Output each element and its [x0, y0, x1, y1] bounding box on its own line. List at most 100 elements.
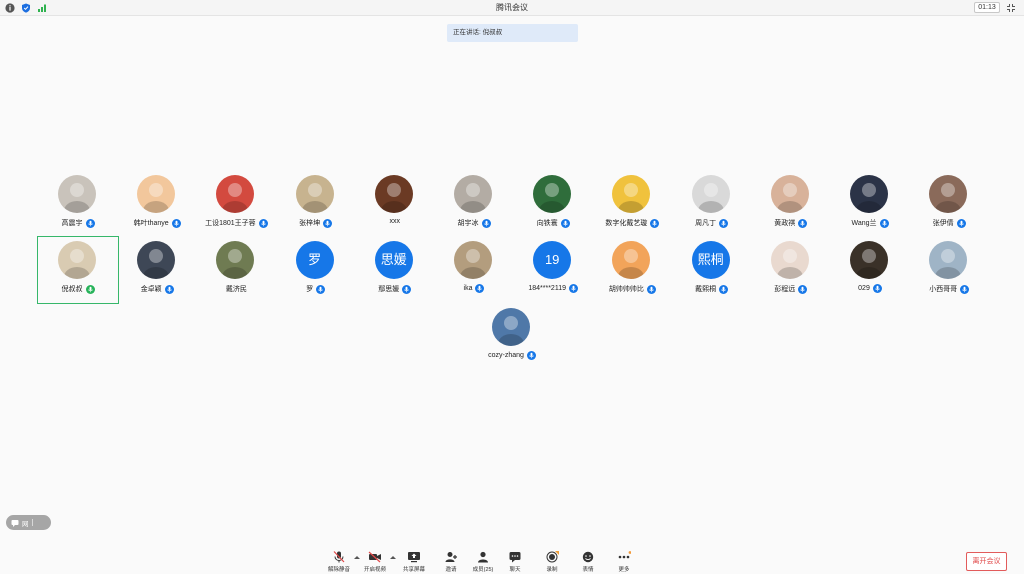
avatar	[58, 175, 96, 213]
participant-tile[interactable]: 金卓颖	[117, 237, 197, 303]
participant-name: 胡帅帅帅比	[608, 286, 644, 293]
participant-tile[interactable]: xxx	[355, 171, 435, 237]
share-label: 共享屏幕	[402, 567, 425, 573]
chat-pill-label: 网	[22, 520, 29, 528]
avatar	[454, 241, 492, 279]
participant-tile[interactable]: 19 184****2119	[513, 237, 593, 303]
mic-status-icon	[316, 284, 326, 294]
avatar	[454, 175, 492, 213]
members-label: 成员(25)	[472, 567, 494, 573]
avatar	[216, 241, 255, 279]
emoji-icon	[582, 551, 594, 563]
window-title: 腾讯会议	[496, 3, 528, 12]
chat-bubble-button[interactable]: 网	[6, 515, 51, 530]
video-button[interactable]: 开启视频	[360, 551, 390, 573]
mute-label: 解除静音	[327, 567, 350, 573]
participant-tile[interactable]: Wang兰	[830, 171, 910, 237]
avatar: 思媛	[374, 241, 413, 279]
participant-tile[interactable]: 周凡丁	[672, 171, 752, 237]
participant-tile[interactable]: 029	[830, 237, 910, 303]
participant-tile[interactable]: 向铁寰	[513, 171, 593, 237]
participant-name: 向铁寰	[536, 220, 558, 227]
record-icon	[546, 551, 559, 563]
participant-name-row: 胡帅帅帅比	[592, 284, 672, 294]
participant-name: 金卓颖	[140, 286, 162, 293]
participant-name-row: 小西哥哥	[909, 284, 989, 294]
mic-status-icon	[646, 284, 656, 294]
participant-name-row: 029	[830, 284, 910, 293]
participant-name-row: 韩叶thanye	[117, 218, 197, 228]
participant-name-row: 工设1801王子蓉	[196, 218, 276, 228]
participant-name: 韩叶thanye	[133, 220, 169, 227]
participant-name: 029	[858, 285, 870, 292]
participant-tile[interactable]: 熙桐 戴熙桐	[672, 237, 752, 303]
video-options-caret[interactable]	[390, 556, 396, 559]
participant-tile[interactable]: 倪叔叔	[37, 236, 119, 304]
participant-name: 胡宇冰	[457, 220, 479, 227]
avatar	[929, 241, 968, 279]
participant-tile[interactable]: 罗罗	[276, 237, 356, 303]
emoji-button[interactable]: 表情	[573, 551, 603, 573]
participant-tile[interactable]: ika	[434, 237, 514, 303]
avatar	[929, 175, 968, 213]
invite-button[interactable]: 邀请	[436, 551, 466, 573]
participant-name-row: 戴熙桐	[672, 284, 752, 294]
members-icon	[478, 551, 488, 563]
participant-tile[interactable]: 思媛鄢思媛	[355, 237, 435, 303]
participant-name-row: 倪叔叔	[38, 284, 118, 294]
participant-name: cozy-zhang	[488, 352, 524, 359]
mic-status-icon	[475, 284, 485, 293]
exit-fullscreen-icon[interactable]	[1006, 3, 1016, 13]
participant-name: 戴济民	[225, 286, 247, 293]
participant-tile[interactable]: 韩叶thanye	[117, 171, 197, 237]
participant-tile[interactable]: 黄政祺	[751, 171, 831, 237]
more-button[interactable]: 更多	[609, 551, 639, 573]
participant-tile[interactable]: 戴济民	[196, 237, 276, 303]
chat-button[interactable]: 聊天	[500, 551, 530, 573]
members-button[interactable]: 成员(25)	[468, 551, 498, 573]
avatar	[533, 175, 572, 213]
mute-button[interactable]: 解除静音	[324, 551, 354, 573]
avatar	[612, 241, 651, 279]
mic-status-icon	[569, 284, 578, 293]
participant-tile[interactable]: cozy-zhang	[472, 304, 552, 370]
participant-tile[interactable]: 小西哥哥	[909, 237, 989, 303]
participant-tile[interactable]: 工设1801王子蓉	[196, 171, 276, 237]
mic-status-icon	[164, 284, 174, 294]
avatar	[137, 175, 176, 213]
chat-label: 聊天	[509, 567, 521, 573]
mic-status-icon	[650, 218, 660, 228]
mic-status-icon	[481, 218, 491, 228]
mic-status-icon	[879, 218, 889, 228]
participant-name: 数字化戴艺璇	[605, 220, 648, 227]
record-button[interactable]: 录制	[537, 551, 567, 573]
avatar	[612, 175, 651, 213]
avatar	[374, 175, 413, 213]
avatar	[850, 175, 888, 213]
leave-meeting-button[interactable]: 离开会议	[966, 552, 1007, 571]
meeting-toolbar: 解除静音 开启视频 共享屏幕 邀请 成员(25) 聊天 录制 表情 更多	[0, 545, 1024, 574]
mic-status-icon	[85, 284, 95, 294]
participant-name: 高震宇	[61, 220, 83, 227]
video-label: 开启视频	[363, 567, 386, 573]
participant-name-row: 罗	[276, 284, 356, 294]
mic-status-icon	[85, 218, 95, 228]
participant-name-row: 戴济民	[196, 284, 276, 294]
meeting-timer: 01:13	[974, 2, 1000, 13]
participant-tile[interactable]: 彭程远	[751, 237, 831, 303]
share-screen-icon	[408, 552, 420, 563]
participant-name-row: 胡宇冰	[434, 218, 514, 228]
participant-name: ika	[463, 285, 473, 292]
participant-name-row: 高震宇	[38, 218, 118, 228]
participant-name: 鄢思媛	[378, 286, 400, 293]
participant-tile[interactable]: 胡帅帅帅比	[592, 237, 672, 303]
participant-name-row: 数字化戴艺璇	[592, 218, 672, 228]
participant-name: xxx	[389, 218, 401, 225]
participant-tile[interactable]: 数字化戴艺璇	[592, 171, 672, 237]
participant-tile[interactable]: 胡宇冰	[434, 171, 514, 237]
participant-tile[interactable]: 高震宇	[38, 171, 118, 237]
participant-tile[interactable]: 张梓坤	[276, 171, 356, 237]
participant-tile[interactable]: 张伊倩	[909, 171, 989, 237]
share-screen-button[interactable]: 共享屏幕	[399, 551, 429, 573]
participant-name: 184****2119	[528, 285, 566, 292]
